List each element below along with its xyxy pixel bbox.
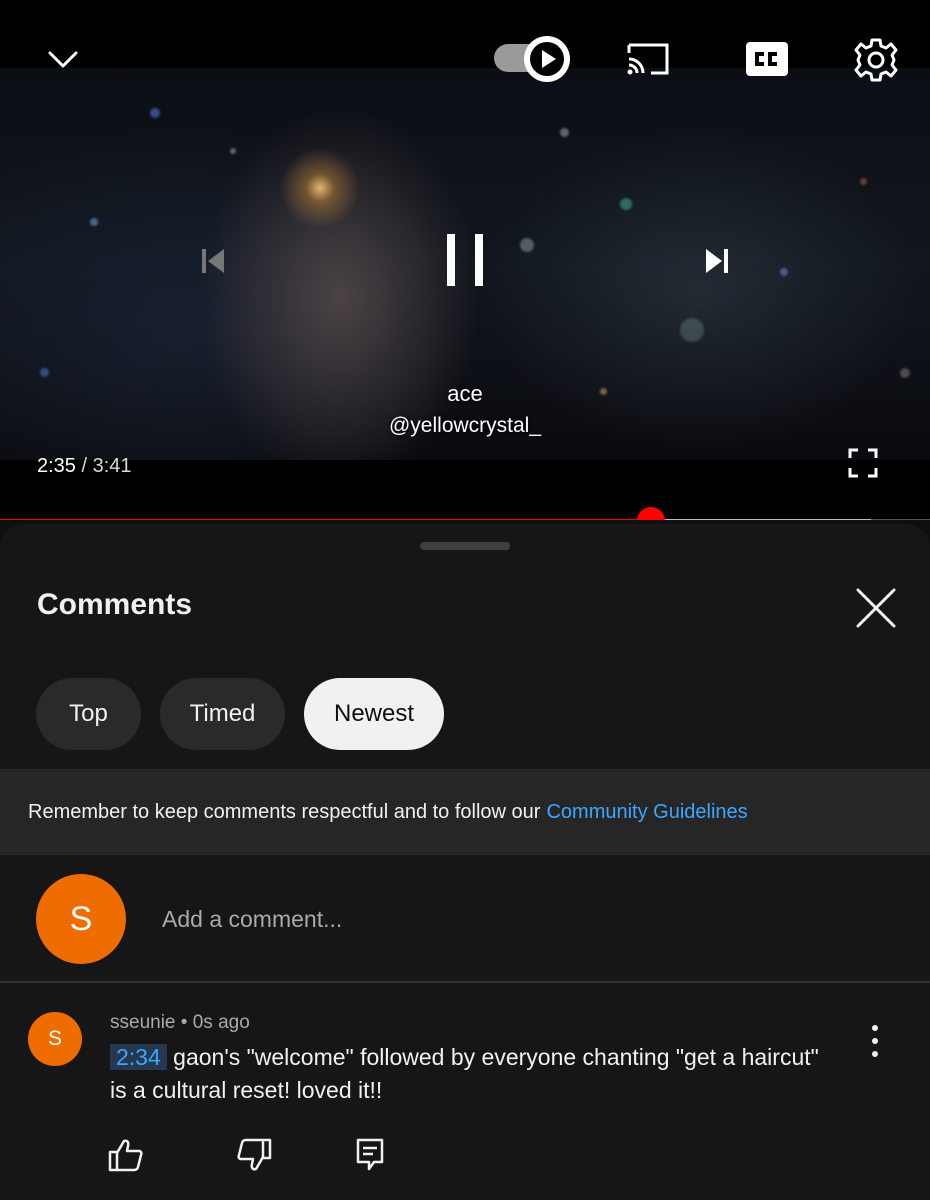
current-time: 2:35 — [37, 455, 76, 477]
notice-text: Remember to keep comments respectful and… — [28, 800, 541, 823]
cast-icon — [627, 43, 669, 75]
skip-next-icon — [706, 249, 728, 273]
add-comment-input[interactable] — [162, 899, 862, 939]
skip-previous-icon — [202, 249, 224, 273]
comment-menu-button[interactable] — [858, 1021, 892, 1061]
close-button[interactable] — [852, 584, 900, 632]
autoplay-knob — [524, 36, 570, 82]
thumbs-up-icon — [108, 1139, 143, 1172]
collapse-button[interactable] — [40, 40, 86, 80]
thumbs-down-icon — [237, 1138, 272, 1171]
comment-author[interactable]: sseunie — [110, 1012, 176, 1033]
comment-meta: sseunie • 0s ago — [110, 1012, 250, 1034]
avatar: S — [36, 874, 126, 964]
play-icon — [530, 42, 564, 76]
cast-button[interactable] — [620, 36, 676, 82]
previous-video-button[interactable] — [190, 238, 236, 284]
video-player[interactable]: ace @yellowcrystal_ 2:35 / 3:41 — [0, 0, 930, 520]
comments-title: Comments — [37, 588, 193, 621]
duration: 3:41 — [92, 455, 132, 477]
community-guidelines-link[interactable]: Community Guidelines — [546, 801, 747, 824]
time-separator: / — [75, 455, 93, 477]
fullscreen-button[interactable] — [840, 440, 886, 486]
sort-chips: Top Timed Newest — [36, 678, 444, 750]
meta-separator: • — [180, 1012, 188, 1033]
comment-body: 2:34 gaon's "welcome" followed by everyo… — [110, 1041, 830, 1107]
video-overlay-title: ace — [447, 381, 483, 406]
progress-bar[interactable] — [0, 507, 930, 520]
comment-text: gaon's "welcome" followed by everyone ch… — [110, 1044, 819, 1103]
comment-timestamp-link[interactable]: 2:34 — [110, 1044, 167, 1070]
reply-button[interactable] — [350, 1135, 390, 1175]
next-video-button[interactable] — [694, 238, 740, 284]
captions-button[interactable] — [742, 38, 792, 80]
cc-icon — [746, 42, 788, 76]
chip-timed[interactable]: Timed — [160, 678, 285, 750]
chevron-down-icon — [48, 51, 78, 68]
settings-button[interactable] — [850, 34, 902, 86]
drag-handle[interactable] — [420, 542, 510, 550]
comments-panel: Comments Top Timed Newest Remember to ke… — [0, 524, 930, 1200]
time-readout: 2:35 / 3:41 — [37, 455, 132, 478]
progress-played — [0, 519, 651, 520]
video-overlay-handle: @yellowcrystal_ — [388, 414, 542, 437]
reply-icon — [356, 1138, 384, 1171]
autoplay-toggle[interactable] — [494, 36, 578, 82]
comment-item: S sseunie • 0s ago 2:34 gaon's "welcome"… — [0, 985, 930, 1200]
like-button[interactable] — [106, 1135, 146, 1175]
chip-newest[interactable]: Newest — [304, 678, 444, 750]
pause-icon — [447, 234, 483, 286]
play-pause-button[interactable] — [434, 222, 496, 298]
progress-scrubber[interactable] — [637, 507, 665, 520]
fullscreen-icon — [848, 448, 878, 478]
comment-time: 0s ago — [192, 1012, 250, 1033]
gear-icon — [854, 38, 898, 82]
comment-avatar[interactable]: S — [28, 1012, 82, 1066]
guidelines-notice: Remember to keep comments respectful and… — [0, 769, 930, 855]
chip-top[interactable]: Top — [36, 678, 141, 750]
close-icon — [856, 588, 896, 628]
add-comment-row: S — [0, 855, 930, 983]
more-vert-icon — [872, 1025, 878, 1057]
dislike-button[interactable] — [234, 1135, 274, 1175]
